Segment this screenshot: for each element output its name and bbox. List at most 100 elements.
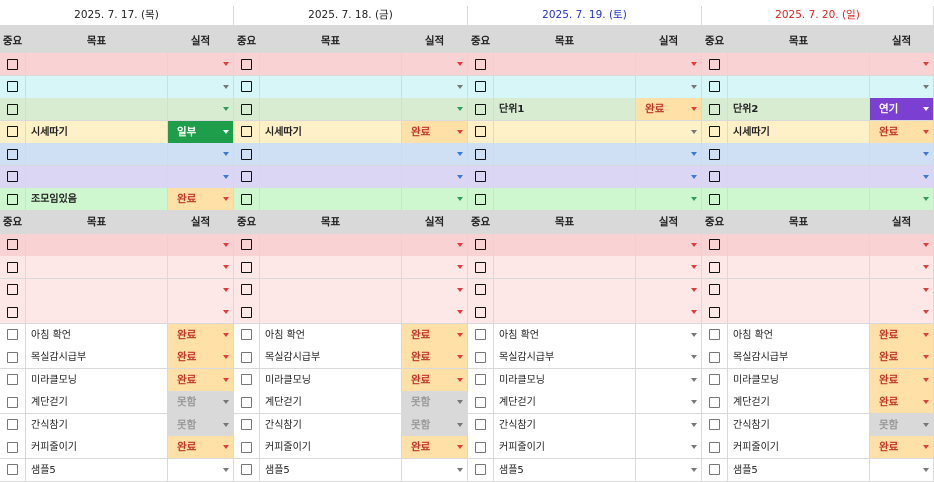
importance-checkbox[interactable] <box>709 306 720 318</box>
result-dropdown[interactable] <box>870 458 934 482</box>
importance-checkbox[interactable] <box>7 81 18 92</box>
goal-text[interactable] <box>494 278 636 302</box>
result-dropdown[interactable] <box>636 256 702 279</box>
importance-checkbox[interactable] <box>709 374 720 385</box>
result-dropdown[interactable] <box>870 143 934 166</box>
result-dropdown[interactable] <box>636 278 702 302</box>
result-dropdown[interactable] <box>168 278 234 302</box>
importance-checkbox[interactable] <box>709 193 720 205</box>
result-dropdown[interactable]: 완료 <box>168 346 234 369</box>
goal-text[interactable] <box>26 75 168 99</box>
importance-checkbox[interactable] <box>7 374 18 385</box>
goal-text[interactable]: 미라클모닝 <box>26 368 168 392</box>
result-dropdown[interactable]: 완료 <box>402 436 468 459</box>
result-dropdown[interactable] <box>168 458 234 482</box>
result-dropdown[interactable]: 완료 <box>870 120 934 144</box>
result-dropdown[interactable] <box>636 143 702 166</box>
result-dropdown[interactable] <box>402 256 468 279</box>
result-dropdown[interactable] <box>402 458 468 482</box>
importance-checkbox[interactable] <box>475 193 486 205</box>
result-dropdown[interactable]: 완료 <box>168 188 234 211</box>
importance-checkbox[interactable] <box>475 148 486 160</box>
importance-checkbox[interactable] <box>241 261 252 273</box>
goal-text[interactable]: 조모임있음 <box>26 188 168 211</box>
result-dropdown[interactable] <box>636 188 702 211</box>
importance-checkbox[interactable] <box>475 374 486 385</box>
goal-text[interactable] <box>260 53 402 76</box>
goal-text[interactable] <box>260 301 402 324</box>
importance-checkbox[interactable] <box>475 261 486 273</box>
importance-checkbox[interactable] <box>241 103 252 115</box>
goal-text[interactable]: 간식참기 <box>260 413 402 437</box>
result-dropdown[interactable] <box>636 75 702 99</box>
result-dropdown[interactable]: 완료 <box>402 120 468 144</box>
importance-checkbox[interactable] <box>7 148 18 160</box>
importance-checkbox[interactable] <box>7 306 18 318</box>
result-dropdown[interactable] <box>636 391 702 414</box>
goal-text[interactable]: 샘플5 <box>26 458 168 482</box>
importance-checkbox[interactable] <box>241 329 252 340</box>
result-dropdown[interactable] <box>636 436 702 459</box>
goal-text[interactable]: 커피줄이기 <box>26 436 168 459</box>
result-dropdown[interactable] <box>402 188 468 211</box>
importance-checkbox[interactable] <box>709 396 720 408</box>
importance-checkbox[interactable] <box>7 171 18 182</box>
importance-checkbox[interactable] <box>475 81 486 92</box>
importance-checkbox[interactable] <box>241 306 252 318</box>
goal-text[interactable]: 미라클모닝 <box>260 368 402 392</box>
importance-checkbox[interactable] <box>709 464 720 475</box>
goal-text[interactable] <box>494 120 636 144</box>
goal-text[interactable]: 커피줄이기 <box>728 436 870 459</box>
importance-checkbox[interactable] <box>7 261 18 273</box>
result-dropdown[interactable] <box>870 278 934 302</box>
result-dropdown[interactable] <box>636 53 702 76</box>
goal-text[interactable] <box>260 75 402 99</box>
goal-text[interactable]: 미라클모닝 <box>728 368 870 392</box>
goal-text[interactable] <box>494 75 636 99</box>
importance-checkbox[interactable] <box>709 441 720 453</box>
goal-text[interactable]: 샘플5 <box>728 458 870 482</box>
importance-checkbox[interactable] <box>475 329 486 340</box>
goal-text[interactable] <box>728 301 870 324</box>
result-dropdown[interactable] <box>870 188 934 211</box>
importance-checkbox[interactable] <box>241 351 252 363</box>
goal-text[interactable] <box>26 98 168 121</box>
importance-checkbox[interactable] <box>241 419 252 430</box>
goal-text[interactable] <box>494 143 636 166</box>
result-dropdown[interactable] <box>636 233 702 257</box>
importance-checkbox[interactable] <box>7 396 18 408</box>
result-dropdown[interactable] <box>402 53 468 76</box>
importance-checkbox[interactable] <box>7 441 18 453</box>
importance-checkbox[interactable] <box>475 306 486 318</box>
goal-text[interactable]: 아침 확언 <box>494 323 636 347</box>
goal-text[interactable]: 계단걷기 <box>728 391 870 414</box>
goal-text[interactable] <box>494 256 636 279</box>
goal-text[interactable]: 계단걷기 <box>260 391 402 414</box>
importance-checkbox[interactable] <box>7 351 18 363</box>
goal-text[interactable] <box>494 301 636 324</box>
result-dropdown[interactable]: 완료 <box>636 98 702 121</box>
importance-checkbox[interactable] <box>475 239 486 250</box>
importance-checkbox[interactable] <box>241 441 252 453</box>
importance-checkbox[interactable] <box>475 351 486 363</box>
importance-checkbox[interactable] <box>241 126 252 137</box>
importance-checkbox[interactable] <box>709 171 720 182</box>
result-dropdown[interactable]: 완료 <box>870 436 934 459</box>
importance-checkbox[interactable] <box>241 171 252 182</box>
result-dropdown[interactable] <box>402 98 468 121</box>
result-dropdown[interactable] <box>636 413 702 437</box>
result-dropdown[interactable] <box>870 75 934 99</box>
result-dropdown[interactable] <box>870 256 934 279</box>
result-dropdown[interactable] <box>870 233 934 257</box>
result-dropdown[interactable] <box>168 256 234 279</box>
goal-text[interactable] <box>728 53 870 76</box>
result-dropdown[interactable]: 못함 <box>402 413 468 437</box>
goal-text[interactable]: 미라클모닝 <box>494 368 636 392</box>
result-dropdown[interactable] <box>636 120 702 144</box>
result-dropdown[interactable]: 완료 <box>870 391 934 414</box>
result-dropdown[interactable] <box>870 165 934 189</box>
importance-checkbox[interactable] <box>241 148 252 160</box>
goal-text[interactable] <box>26 278 168 302</box>
result-dropdown[interactable]: 완료 <box>402 323 468 347</box>
goal-text[interactable]: 커피줄이기 <box>494 436 636 459</box>
